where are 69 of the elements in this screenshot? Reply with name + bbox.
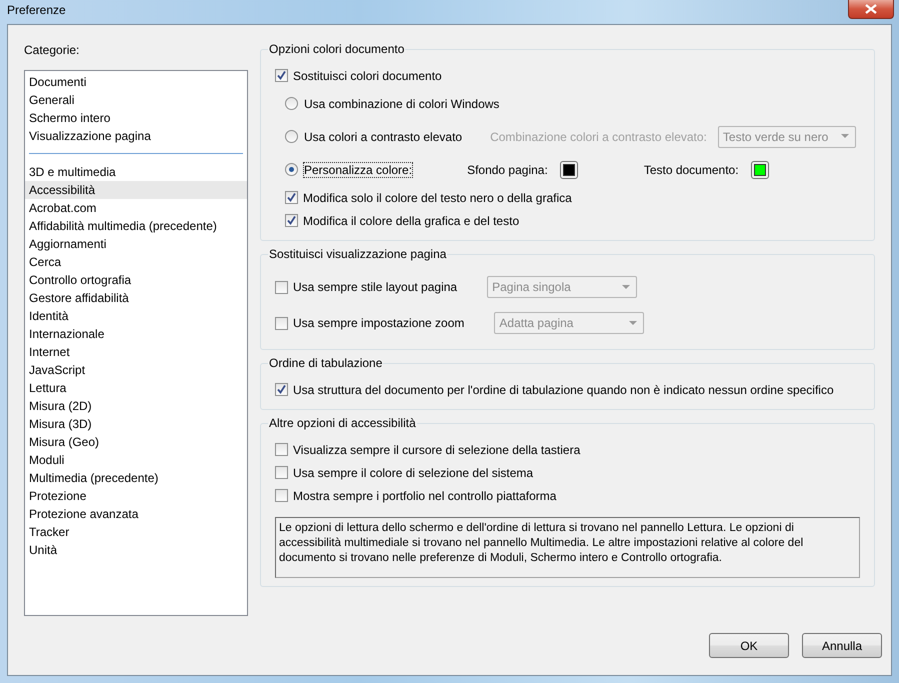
- category-item[interactable]: Tracker: [25, 523, 247, 541]
- checkbox[interactable]: [275, 443, 288, 456]
- checkbox[interactable]: [275, 466, 288, 479]
- category-item[interactable]: Misura (3D): [25, 415, 247, 433]
- category-item[interactable]: Internet: [25, 343, 247, 361]
- category-item[interactable]: Acrobat.com: [25, 199, 247, 217]
- radio-button[interactable]: [285, 97, 298, 110]
- category-item[interactable]: 3D e multimedia: [25, 163, 247, 181]
- category-item[interactable]: JavaScript: [25, 361, 247, 379]
- checkbox[interactable]: [275, 69, 288, 82]
- radio-label[interactable]: Usa combinazione di colori Windows: [303, 96, 500, 112]
- ok-button[interactable]: OK: [709, 633, 789, 658]
- radio-button[interactable]: [285, 163, 298, 176]
- combo-label: Combinazione colori a contrasto elevato:: [490, 130, 707, 144]
- checkbox[interactable]: [275, 383, 288, 396]
- checkbox[interactable]: [285, 214, 298, 227]
- checkbox[interactable]: [275, 280, 288, 294]
- cancel-button[interactable]: Annulla: [802, 633, 882, 658]
- category-item[interactable]: Misura (Geo): [25, 433, 247, 451]
- category-item[interactable]: Protezione avanzata: [25, 505, 247, 523]
- checkbox-label[interactable]: Modifica solo il colore del testo nero o della grafica: [303, 190, 572, 204]
- color-swatch-button[interactable]: [750, 160, 769, 178]
- category-item[interactable]: Documenti: [25, 73, 247, 91]
- categories-label: Categorie:: [24, 43, 80, 59]
- category-item[interactable]: Lettura: [25, 379, 247, 397]
- checkbox-label[interactable]: Sostituisci colori documento: [293, 68, 442, 82]
- checkbox-label[interactable]: Modifica il colore della grafica e del testo: [303, 214, 520, 228]
- category-item[interactable]: Accessibilità: [25, 181, 247, 199]
- color-swatch-button[interactable]: [560, 160, 578, 178]
- checkbox-label[interactable]: Usa struttura del documento per l'ordine di tabulazione quando non è indicato nessun ordine specifico: [293, 382, 834, 396]
- category-item[interactable]: Unità: [25, 541, 247, 559]
- close-button[interactable]: [848, 0, 894, 19]
- caret-icon: [629, 320, 638, 326]
- close-icon: [864, 4, 878, 14]
- caret-icon: [622, 284, 630, 290]
- swatch-label: Sfondo pagina:: [467, 162, 548, 176]
- category-item[interactable]: Moduli: [25, 451, 247, 469]
- group-title: Ordine di tabulazione: [268, 356, 384, 370]
- caret-icon: [840, 134, 849, 139]
- checkbox-label[interactable]: Usa sempre impostazione zoom: [293, 316, 464, 330]
- category-item[interactable]: Protezione: [25, 487, 247, 505]
- category-item[interactable]: Affidabilità multimedia (precedente): [25, 217, 247, 235]
- checkbox[interactable]: [275, 316, 288, 330]
- category-item[interactable]: Multimedia (precedente): [25, 469, 247, 487]
- radio-label[interactable]: Usa colori a contrasto elevato: [303, 128, 464, 144]
- checkbox-label[interactable]: Usa sempre stile layout pagina: [293, 280, 458, 294]
- category-item[interactable]: Identità: [25, 307, 247, 325]
- info-text: Le opzioni di lettura dello schermo e dell'ordine di lettura si trovano nel pannello Lettura. Le opzioni di accessibilità multimediale si trovano nel pannello Multimedia. Le altre impostazioni relative al colore del documento si trovano nelle preferenze di Moduli, Schermo intero e Controllo ortografia.: [275, 517, 860, 578]
- group-title: Sostituisci visualizzazione pagina: [268, 247, 448, 261]
- checkbox[interactable]: [285, 191, 298, 204]
- group-title: Opzioni colori documento: [268, 42, 406, 56]
- checkbox-label[interactable]: Usa sempre il colore di selezione del sistema: [293, 466, 534, 480]
- category-item[interactable]: Cerca: [25, 253, 247, 271]
- checkbox[interactable]: [275, 489, 288, 502]
- category-item[interactable]: Visualizzazione pagina: [25, 127, 247, 145]
- window-title: Preferenze: [7, 3, 66, 17]
- category-item[interactable]: Schermo intero: [25, 109, 247, 127]
- category-item[interactable]: Controllo ortografia: [25, 271, 247, 289]
- group-title: Altre opzioni di accessibilità: [268, 416, 417, 430]
- category-item[interactable]: Internazionale: [25, 325, 247, 343]
- swatch-label: Testo documento:: [644, 162, 739, 176]
- category-item[interactable]: Aggiornamenti: [25, 235, 247, 253]
- checkbox-label[interactable]: Visualizza sempre il cursore di selezione della tastiera: [293, 442, 580, 456]
- category-item[interactable]: Misura (2D): [25, 397, 247, 415]
- radio-label[interactable]: Personalizza colore:: [303, 162, 414, 178]
- category-item[interactable]: Gestore affidabilità: [25, 289, 247, 307]
- radio-button[interactable]: [285, 130, 298, 143]
- category-item[interactable]: Generali: [25, 91, 247, 109]
- checkbox-label[interactable]: Mostra sempre i portfolio nel controllo piattaforma: [293, 488, 556, 502]
